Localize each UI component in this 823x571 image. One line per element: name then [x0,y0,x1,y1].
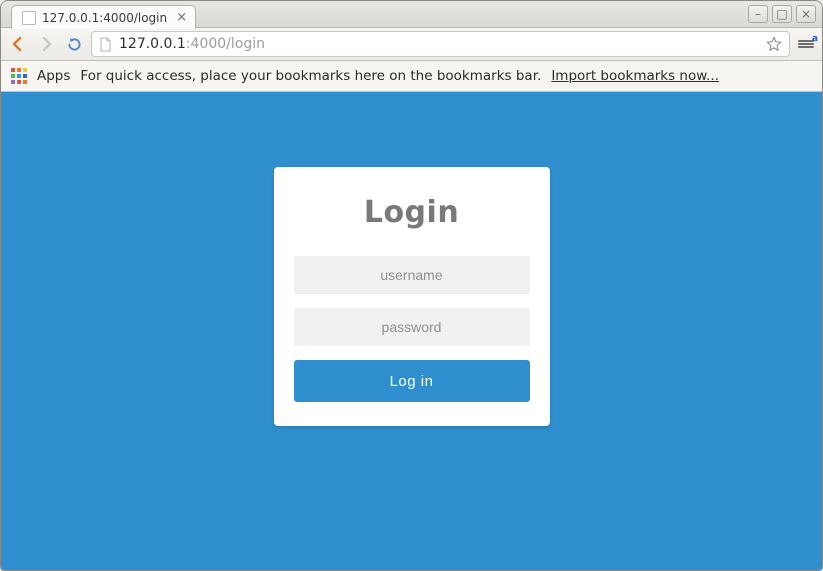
window-minimize-button[interactable]: – [748,5,768,23]
login-button[interactable]: Log in [294,360,530,402]
window-controls: – □ × [748,5,816,23]
browser-toolbar: 127.0.0.1:4000/login a [1,28,822,61]
blank-page-icon [22,11,36,25]
address-bar[interactable]: 127.0.0.1:4000/login [91,31,790,57]
login-card: Login Log in [274,167,550,426]
password-input[interactable] [294,308,530,346]
page-viewport: Login Log in [1,92,822,570]
browser-window: 127.0.0.1:4000/login × – □ × 127.0.0.1:4… [0,0,823,571]
import-bookmarks-link[interactable]: Import bookmarks now... [551,68,719,84]
window-maximize-button[interactable]: □ [772,5,792,23]
bookmark-star-icon[interactable] [765,35,783,53]
username-input[interactable] [294,256,530,294]
page-icon [98,37,113,52]
chevron-right-icon [37,35,55,53]
address-path: :4000/login [186,36,265,52]
chevron-left-icon [9,35,27,53]
tab-close-button[interactable]: × [176,10,187,25]
tab-strip: 127.0.0.1:4000/login × [11,5,196,29]
back-button[interactable] [7,32,29,56]
reload-icon [66,36,83,53]
window-close-button[interactable]: × [796,5,816,23]
apps-grid-icon[interactable] [11,68,27,84]
window-titlebar[interactable]: 127.0.0.1:4000/login × – □ × [1,1,822,28]
bookmarks-hint: For quick access, place your bookmarks h… [80,68,541,84]
menu-badge: a [812,34,818,44]
browser-tab[interactable]: 127.0.0.1:4000/login × [11,5,196,29]
browser-menu-button[interactable]: a [796,40,816,48]
login-title: Login [294,195,530,230]
address-url: 127.0.0.1:4000/login [119,36,265,52]
forward-button[interactable] [35,32,57,56]
reload-button[interactable] [63,32,85,56]
apps-label[interactable]: Apps [37,68,70,84]
address-host: 127.0.0.1 [119,36,186,52]
bookmarks-bar: Apps For quick access, place your bookma… [1,61,822,92]
tab-title: 127.0.0.1:4000/login [42,11,167,25]
